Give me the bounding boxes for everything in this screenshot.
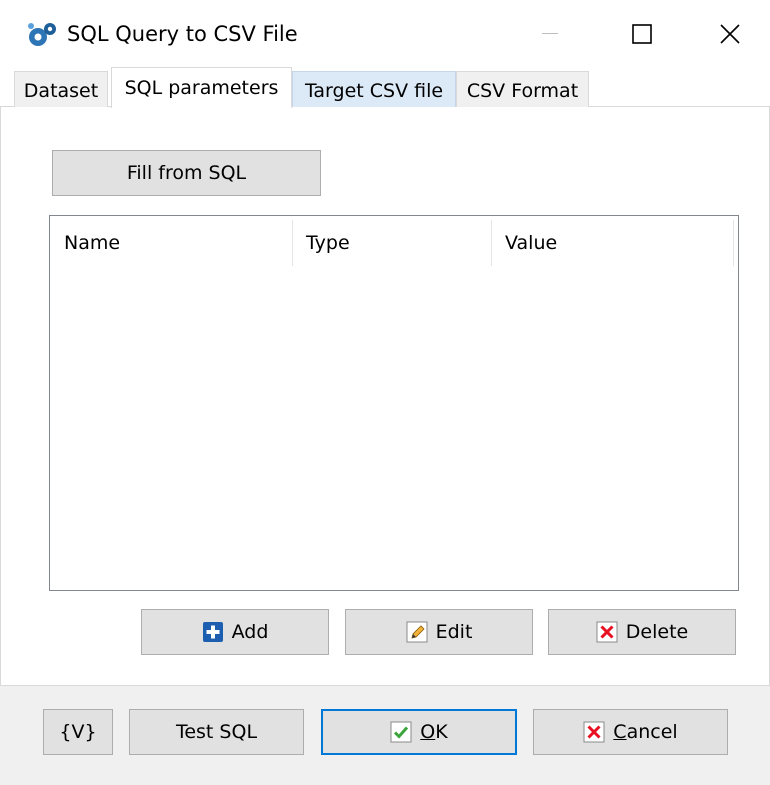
close-icon bbox=[720, 24, 740, 44]
plus-icon bbox=[202, 621, 224, 643]
test-sql-button[interactable]: Test SQL bbox=[129, 709, 304, 755]
fill-from-sql-label: Fill from SQL bbox=[126, 162, 247, 184]
pencil-icon bbox=[406, 621, 428, 643]
fill-from-sql-button[interactable]: Fill from SQL bbox=[52, 150, 321, 196]
tab-sql-parameters[interactable]: SQL parameters bbox=[111, 67, 292, 108]
tab-dataset[interactable]: Dataset bbox=[14, 71, 108, 109]
title-bar[interactable]: SQL Query to CSV File bbox=[0, 0, 770, 68]
close-button[interactable] bbox=[690, 0, 770, 68]
ok-mnemonic: O bbox=[420, 721, 436, 743]
column-header-value[interactable]: Value bbox=[491, 216, 733, 270]
maximize-button[interactable] bbox=[596, 0, 688, 68]
cancel-label: Cancel bbox=[613, 721, 677, 743]
minimize-button[interactable] bbox=[504, 0, 596, 68]
edit-label: Edit bbox=[435, 621, 473, 643]
add-label: Add bbox=[231, 621, 269, 643]
test-sql-label: Test SQL bbox=[175, 721, 258, 743]
cancel-x-icon bbox=[583, 721, 605, 743]
column-separator[interactable] bbox=[733, 220, 734, 266]
ok-label: OK bbox=[420, 721, 447, 743]
delete-parameter-button[interactable]: Delete bbox=[548, 609, 736, 655]
checkmark-icon bbox=[390, 721, 412, 743]
maximize-icon bbox=[632, 24, 652, 44]
column-header-type[interactable]: Type bbox=[292, 216, 491, 270]
add-parameter-button[interactable]: Add bbox=[141, 609, 329, 655]
tab-csv-format[interactable]: CSV Format bbox=[456, 71, 589, 109]
column-header-name[interactable]: Name bbox=[50, 216, 292, 270]
parameters-list[interactable]: Name Type Value bbox=[49, 215, 739, 591]
ok-button[interactable]: OK bbox=[321, 709, 517, 755]
parameters-list-header: Name Type Value bbox=[50, 216, 738, 270]
cancel-label-rest: ancel bbox=[626, 721, 678, 743]
delete-x-icon bbox=[596, 621, 618, 643]
variables-button[interactable]: {V} bbox=[43, 709, 113, 755]
delete-label: Delete bbox=[625, 621, 689, 643]
cancel-mnemonic: C bbox=[613, 721, 627, 743]
edit-parameter-button[interactable]: Edit bbox=[345, 609, 533, 655]
tab-target-csv-file[interactable]: Target CSV file bbox=[292, 71, 456, 109]
minimize-icon bbox=[542, 33, 558, 35]
ok-label-rest: K bbox=[435, 721, 448, 743]
variables-label: {V} bbox=[59, 721, 97, 743]
gears-icon bbox=[26, 20, 58, 50]
cancel-button[interactable]: Cancel bbox=[533, 709, 728, 755]
dialog-window: SQL Query to CSV File Dataset SQL parame… bbox=[0, 0, 770, 785]
window-title: SQL Query to CSV File bbox=[67, 22, 298, 46]
